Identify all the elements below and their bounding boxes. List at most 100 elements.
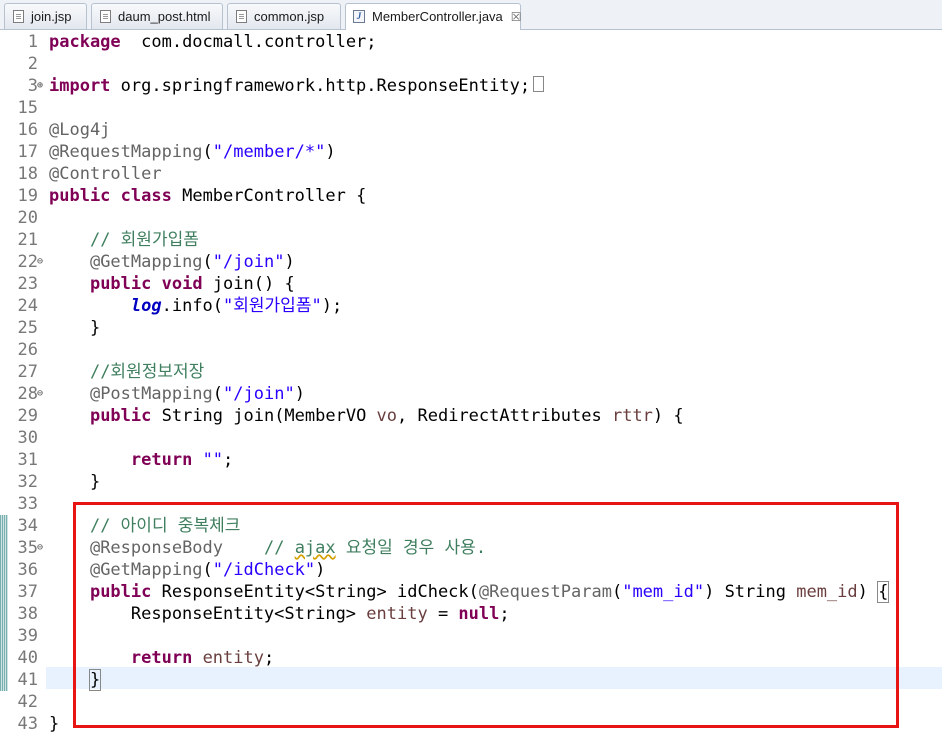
line-number: 41 [17,670,38,690]
code-token: vo [376,406,398,426]
line-number: 18 [17,164,38,184]
code-text[interactable]: // 아이디 중복체크 [49,515,240,537]
tab-label: common.jsp [254,9,325,24]
code-text[interactable]: public class MemberController { [49,185,366,207]
code-text[interactable]: @Controller [49,163,162,185]
code-token: join() { [202,274,295,294]
code-token: "/member/*" [212,142,326,162]
code-text[interactable]: ResponseEntity<String> entity = null; [49,603,510,625]
code-text[interactable]: public void join() { [49,273,295,295]
code-token: "/join" [223,384,295,404]
expand-fold-icon[interactable]: ⊕ [37,79,43,93]
code-token: ); [321,296,343,316]
code-line: 29 public String join(MemberVO vo, Redir… [0,405,942,427]
code-token: ( [212,384,224,404]
code-line: 39 [0,625,942,647]
code-line: 27 //회원정보저장 [0,361,942,383]
code-token: com.docmall.controller; [120,32,377,52]
code-token: import [49,76,111,96]
code-text[interactable]: package com.docmall.controller; [49,31,377,53]
code-token: ResponseEntity<String> idCheck( [151,582,479,602]
code-token: public [89,582,152,602]
code-text[interactable]: // 회원가입폼 [49,229,199,251]
text-caret [100,670,102,690]
code-text[interactable]: log.info("회원가입폼"); [49,295,342,317]
collapsed-imports-icon[interactable] [533,76,545,92]
line-number: 39 [17,626,38,646]
line-number: 23 [17,274,38,294]
tab-label: MemberController.java [372,9,503,24]
code-text[interactable]: public String join(MemberVO vo, Redirect… [49,405,684,427]
collapse-fold-icon[interactable]: ⊖ [37,541,43,555]
code-line: 26 [0,339,942,361]
line-number: 32 [17,472,38,492]
line-number: 38 [17,604,38,624]
code-token: ) [294,384,305,404]
code-text[interactable]: @GetMapping("/idCheck") [49,559,325,581]
code-token: // 회원가입폼 [89,230,199,250]
code-text[interactable]: public ResponseEntity<String> idCheck(@R… [49,581,890,603]
code-text[interactable]: } [49,713,59,735]
code-line: 42 [0,691,942,713]
line-number: 17 [17,142,38,162]
code-text[interactable]: return entity; [49,647,274,669]
code-line: 19 public class MemberController { [0,185,942,207]
code-token: mem_id [796,582,858,602]
line-number: 1 [27,32,38,52]
code-text[interactable]: //회원정보저장 [49,361,204,383]
code-token: @Controller [49,164,162,184]
line-number: 28 [17,384,38,404]
code-token: class [120,186,172,206]
code-line: 23 public void join() { [0,273,942,295]
close-icon[interactable]: ☒ [511,10,522,24]
code-token: ) [315,560,326,580]
code-text[interactable]: @GetMapping("/join") [49,251,295,273]
code-token: , RedirectAttributes [397,406,612,426]
code-line: 37 public ResponseEntity<String> idCheck… [0,581,942,603]
line-number: 15 [17,98,38,118]
tab-daum-post-html[interactable]: daum_post.html [91,3,223,29]
code-line: 36 @GetMapping("/idCheck") [0,559,942,581]
tab-join-jsp[interactable]: join.jsp [4,3,87,29]
code-text[interactable]: import org.springframework.http.Response… [49,75,545,97]
code-token: MemberController { [171,186,367,206]
code-token: = [427,604,459,624]
code-token: log [130,296,162,316]
code-token: null [458,604,500,624]
code-token: ( [611,582,623,602]
tab-membercontroller-java[interactable]: J MemberController.java ☒ [345,3,522,30]
code-text[interactable]: return ""; [49,449,233,471]
code-text[interactable]: @ResponseBody // ajax 요청일 경우 사용. [49,537,486,559]
code-text[interactable]: @RequestMapping("/member/*") [49,141,336,163]
code-line: 3 ⊕ import org.springframework.http.Respon… [0,75,942,97]
line-number: 37 [17,582,38,602]
code-line: 18 @Controller [0,163,942,185]
code-line: 32 } [0,471,942,493]
code-text[interactable]: @Log4j [49,119,110,141]
code-text[interactable]: } [49,471,100,493]
code-text[interactable]: @PostMapping("/join") [49,383,305,405]
tab-common-jsp[interactable]: common.jsp [227,3,341,29]
code-line: 35 ⊖ @ResponseBody // ajax 요청일 경우 사용. [0,537,942,559]
line-number: 2 [27,54,38,74]
line-number: 33 [17,494,38,514]
file-icon [236,10,247,23]
code-token: "" [202,450,224,470]
code-editor[interactable]: 1 package com.docmall.controller; 2 3 ⊕ impor… [0,30,942,740]
code-text[interactable]: } [49,669,102,691]
code-token: ajax [294,538,336,558]
code-token: @RequestParam [478,582,612,602]
collapse-fold-icon[interactable]: ⊖ [37,387,43,401]
code-token: return [130,450,193,470]
code-text[interactable]: } [49,317,100,339]
code-token: ) [857,582,879,602]
code-token: entity [366,604,428,624]
collapse-fold-icon[interactable]: ⊖ [37,255,43,269]
